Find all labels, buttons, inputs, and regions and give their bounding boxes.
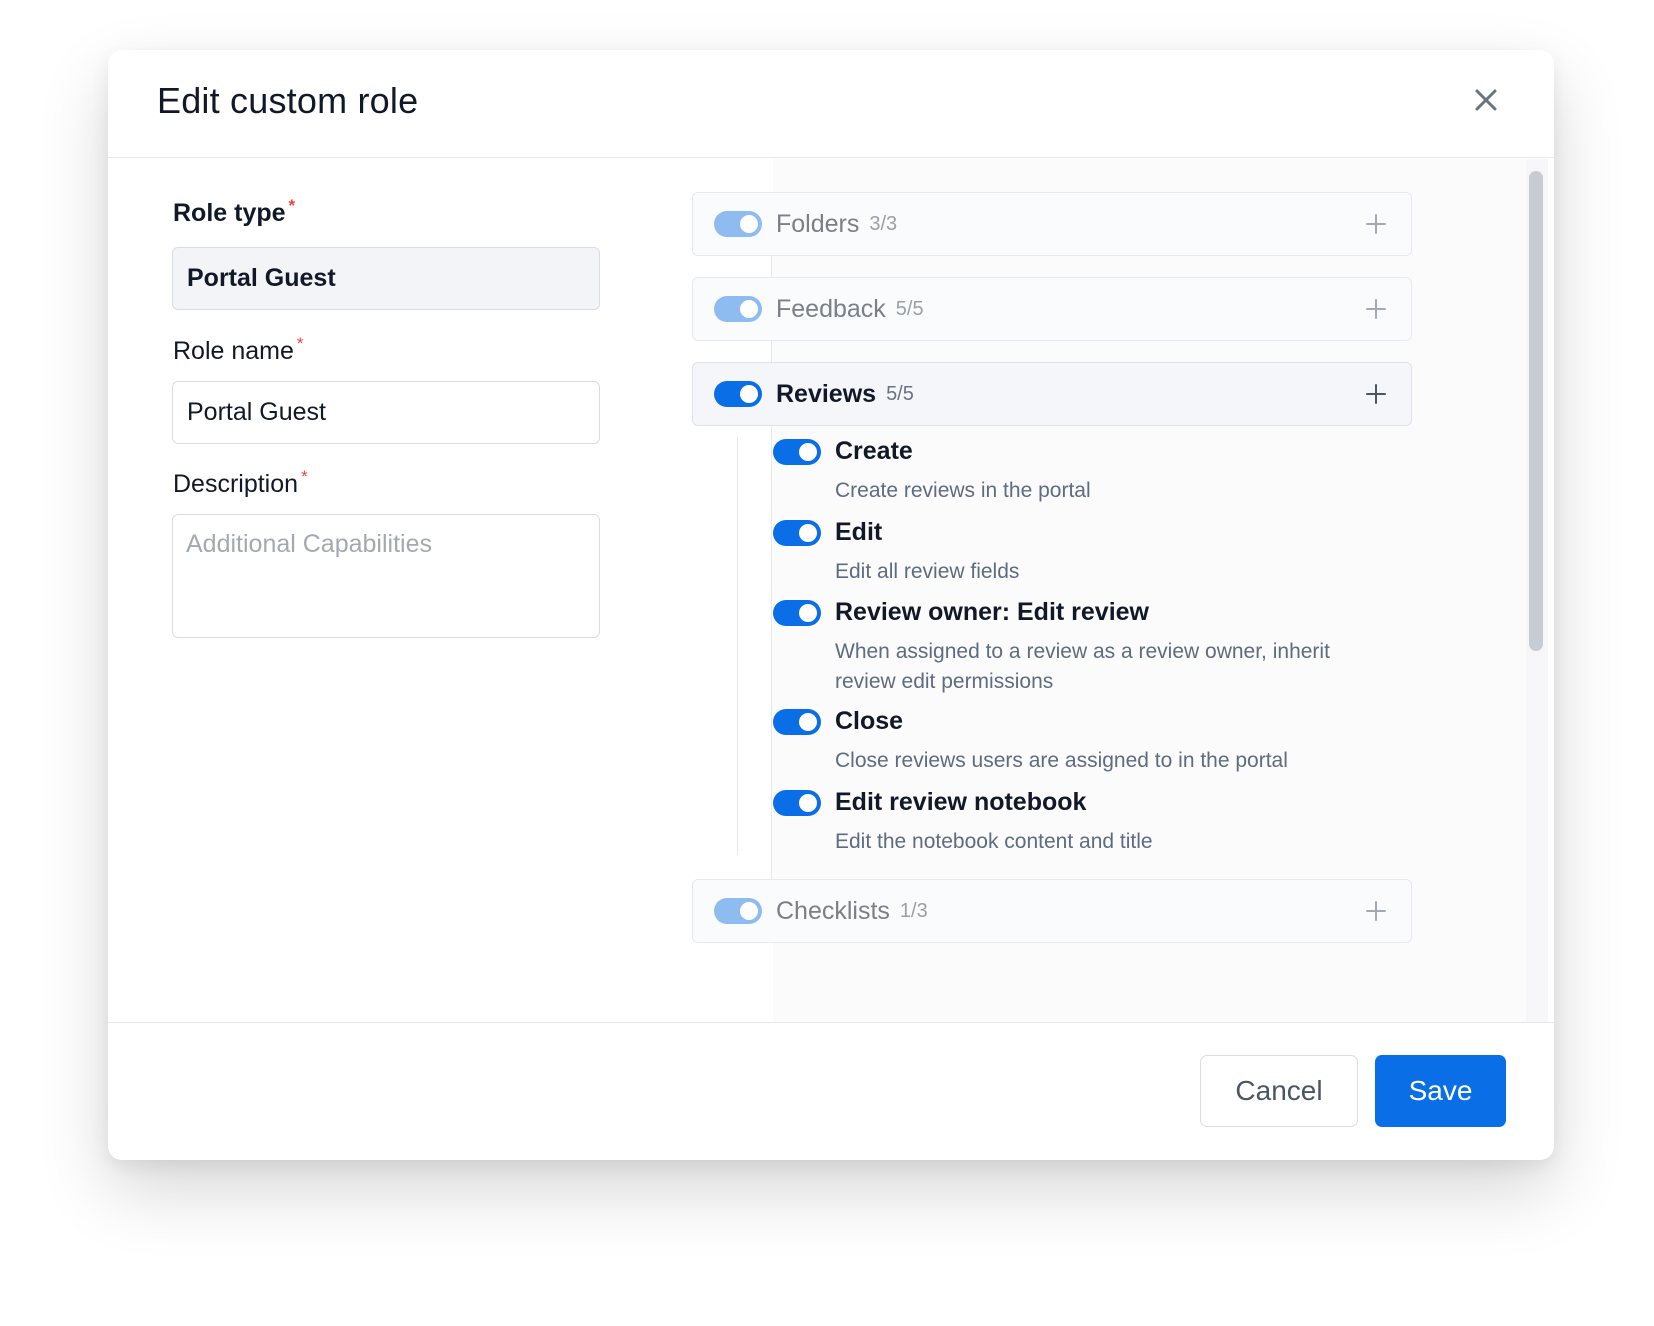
close-icon <box>1475 89 1497 111</box>
permission-description: When assigned to a review as a review ow… <box>835 640 1330 693</box>
plus-icon[interactable] <box>1363 211 1389 237</box>
create-toggle[interactable] <box>773 438 821 465</box>
permission-description: Edit all review fields <box>835 560 1020 583</box>
required-mark: * <box>296 334 304 353</box>
reviews-toggle[interactable] <box>714 381 762 407</box>
plus-icon[interactable] <box>1363 898 1389 924</box>
save-button[interactable]: Save <box>1375 1055 1506 1127</box>
permission-group-checklists[interactable]: Checklists 1/3 <box>692 879 1412 943</box>
role-name-label: Role name * <box>173 334 304 365</box>
checklists-toggle[interactable] <box>714 898 762 924</box>
plus-icon[interactable] <box>1363 381 1389 407</box>
group-name: Folders <box>776 209 860 238</box>
edit-role-modal: Edit custom role Role type * Portal Guest… <box>108 50 1554 1160</box>
group-count: 5/5 <box>886 382 914 405</box>
group-name: Reviews <box>776 379 877 408</box>
review-owner-edit-toggle[interactable] <box>773 599 821 626</box>
close-button[interactable] <box>1468 82 1504 118</box>
edit-toggle[interactable] <box>773 519 821 546</box>
group-name: Checklists <box>776 896 890 925</box>
permission-group-reviews[interactable]: Reviews 5/5 <box>692 362 1412 426</box>
permission-create: Create Create reviews in the portal <box>773 437 1373 506</box>
group-count: 3/3 <box>869 212 898 235</box>
permission-description: Close reviews users are assigned to in t… <box>835 749 1288 772</box>
description-label: Description * <box>173 467 308 498</box>
feedback-toggle[interactable] <box>714 296 762 322</box>
permission-name: Create <box>835 437 913 465</box>
description-input[interactable] <box>172 514 600 638</box>
role-type-field: Portal Guest <box>172 247 600 310</box>
permission-name: Review owner: Edit review <box>835 598 1149 626</box>
group-count: 1/3 <box>899 899 928 922</box>
required-mark: * <box>288 196 296 215</box>
permission-close: Close Close reviews users are assigned t… <box>773 707 1373 776</box>
permission-group-feedback[interactable]: Feedback 5/5 <box>692 277 1412 341</box>
folders-toggle[interactable] <box>714 211 762 237</box>
permission-description: Create reviews in the portal <box>835 479 1091 502</box>
group-count: 5/5 <box>895 297 924 320</box>
permission-edit-review-notebook: Edit review notebook Edit the notebook c… <box>773 788 1373 857</box>
required-mark: * <box>301 467 308 486</box>
permission-name: Edit review notebook <box>835 788 1087 816</box>
permission-description: Edit the notebook content and title <box>835 830 1153 853</box>
role-type-label: Role type * <box>173 196 296 227</box>
role-details-form: Role type * Portal Guest Role name * Porta… <box>108 159 666 1072</box>
group-name: Feedback <box>776 294 886 323</box>
permission-review-owner-edit: Review owner: Edit review When assigned … <box>773 598 1373 697</box>
modal-header: Edit custom role <box>108 50 1554 158</box>
cancel-button[interactable]: Cancel <box>1200 1055 1358 1127</box>
permission-group-folders[interactable]: Folders 3/3 <box>692 192 1412 256</box>
permission-name: Edit <box>835 518 883 546</box>
edit-review-notebook-toggle[interactable] <box>773 789 821 816</box>
plus-icon[interactable] <box>1363 296 1389 322</box>
role-name-input[interactable]: Portal Guest <box>172 381 600 444</box>
permission-name: Close <box>835 707 904 735</box>
scrollbar-thumb[interactable] <box>1529 171 1543 651</box>
nested-indicator-line <box>737 437 738 855</box>
modal-footer: Cancel Save <box>108 1022 1554 1160</box>
permission-edit: Edit Edit all review fields <box>773 518 1373 587</box>
close-toggle[interactable] <box>773 708 821 735</box>
modal-title: Edit custom role <box>157 80 419 121</box>
